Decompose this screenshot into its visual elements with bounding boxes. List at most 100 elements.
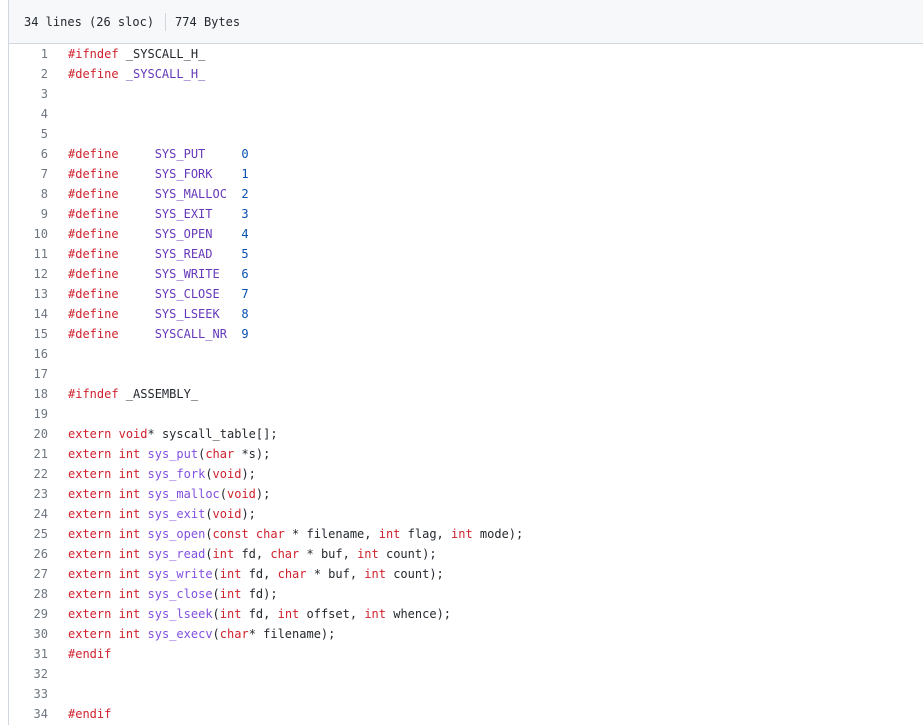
- code-token: SYS_LSEEK: [154, 307, 220, 321]
- line-number[interactable]: 27: [9, 567, 48, 581]
- line-content: extern int sys_exit(void);: [48, 507, 256, 521]
- code-line: 1 #ifndef _SYSCALL_H_: [9, 44, 923, 64]
- file-info-bar: 34 lines (26 sloc) 774 Bytes: [9, 0, 923, 44]
- line-content: #endif: [48, 647, 111, 661]
- code-token: fd,: [241, 607, 278, 621]
- code-token: 5: [241, 247, 249, 261]
- code-token: #define: [68, 187, 119, 201]
- code-token: _SYSCALL_H_: [118, 67, 206, 81]
- line-number[interactable]: 17: [9, 367, 48, 381]
- code-token: extern: [68, 547, 112, 561]
- line-number[interactable]: 24: [9, 507, 48, 521]
- line-content: #define SYS_PUT 0: [48, 147, 249, 161]
- code-token: extern: [68, 507, 112, 521]
- line-number[interactable]: 23: [9, 487, 48, 501]
- code-token: 8: [241, 307, 249, 321]
- line-number[interactable]: 2: [9, 67, 48, 81]
- code-token: char: [270, 547, 300, 561]
- code-token: SYS_CLOSE: [154, 287, 220, 301]
- line-number[interactable]: 11: [9, 247, 48, 261]
- code-token: (: [212, 587, 220, 601]
- code-token: #endif: [68, 707, 112, 721]
- code-token: extern: [68, 567, 112, 581]
- code-token: int: [118, 447, 141, 461]
- line-content: #define _SYSCALL_H_: [48, 67, 205, 81]
- line-number[interactable]: 3: [9, 87, 48, 101]
- line-number[interactable]: 29: [9, 607, 48, 621]
- line-number[interactable]: 7: [9, 167, 48, 181]
- line-number[interactable]: 20: [9, 427, 48, 441]
- code-token: );: [241, 467, 256, 481]
- line-number[interactable]: 21: [9, 447, 48, 461]
- code-line: 8 #define SYS_MALLOC 2: [9, 184, 923, 204]
- code-token: int: [364, 607, 386, 621]
- code-token: void: [227, 487, 256, 501]
- code-line: 16: [9, 344, 923, 364]
- line-number[interactable]: 1: [9, 47, 48, 61]
- code-token: 6: [241, 267, 249, 281]
- line-number[interactable]: 34: [9, 707, 48, 721]
- line-number[interactable]: 28: [9, 587, 48, 601]
- line-content: #define SYS_EXIT 3: [48, 207, 249, 221]
- code-line: 17: [9, 364, 923, 384]
- line-number[interactable]: 13: [9, 287, 48, 301]
- line-number[interactable]: 14: [9, 307, 48, 321]
- code-token: #define: [68, 147, 119, 161]
- code-listing: 1 #ifndef _SYSCALL_H_ 2 #define _SYSCALL_H_…: [9, 44, 923, 724]
- line-number[interactable]: 18: [9, 387, 48, 401]
- line-number[interactable]: 6: [9, 147, 48, 161]
- code-token: sys_execv: [147, 627, 213, 641]
- code-line: 22 extern int sys_fork(void);: [9, 464, 923, 484]
- divider: [165, 12, 167, 31]
- line-content: #define SYS_FORK 1: [48, 167, 249, 181]
- code-token: extern: [68, 627, 112, 641]
- code-token: int: [118, 547, 141, 561]
- code-token: int: [277, 607, 300, 621]
- line-number[interactable]: 8: [9, 187, 48, 201]
- line-number[interactable]: 25: [9, 527, 48, 541]
- code-line: 4: [9, 104, 923, 124]
- line-number[interactable]: 26: [9, 547, 48, 561]
- line-number[interactable]: 33: [9, 687, 48, 701]
- line-number[interactable]: 4: [9, 107, 48, 121]
- line-number[interactable]: 31: [9, 647, 48, 661]
- line-number[interactable]: 30: [9, 627, 48, 641]
- code-token: (: [212, 567, 220, 581]
- code-token: int: [118, 467, 141, 481]
- line-number[interactable]: 10: [9, 227, 48, 241]
- code-line: 7 #define SYS_FORK 1: [9, 164, 923, 184]
- line-number[interactable]: 32: [9, 667, 48, 681]
- line-number[interactable]: 22: [9, 467, 48, 481]
- code-token: void: [212, 507, 242, 521]
- code-token: #define: [68, 247, 119, 261]
- code-line: 14 #define SYS_LSEEK 8: [9, 304, 923, 324]
- line-number[interactable]: 16: [9, 347, 48, 361]
- line-number[interactable]: 19: [9, 407, 48, 421]
- line-number[interactable]: 12: [9, 267, 48, 281]
- line-number[interactable]: 15: [9, 327, 48, 341]
- line-number[interactable]: 5: [9, 127, 48, 141]
- code-token: *s);: [234, 447, 271, 461]
- code-token: );: [241, 507, 256, 521]
- code-token: sys_read: [147, 547, 206, 561]
- code-token: void: [118, 427, 148, 441]
- line-content: extern int sys_malloc(void);: [48, 487, 270, 501]
- code-token: flag,: [400, 527, 451, 541]
- line-number[interactable]: 9: [9, 207, 48, 221]
- code-token: 1: [241, 167, 249, 181]
